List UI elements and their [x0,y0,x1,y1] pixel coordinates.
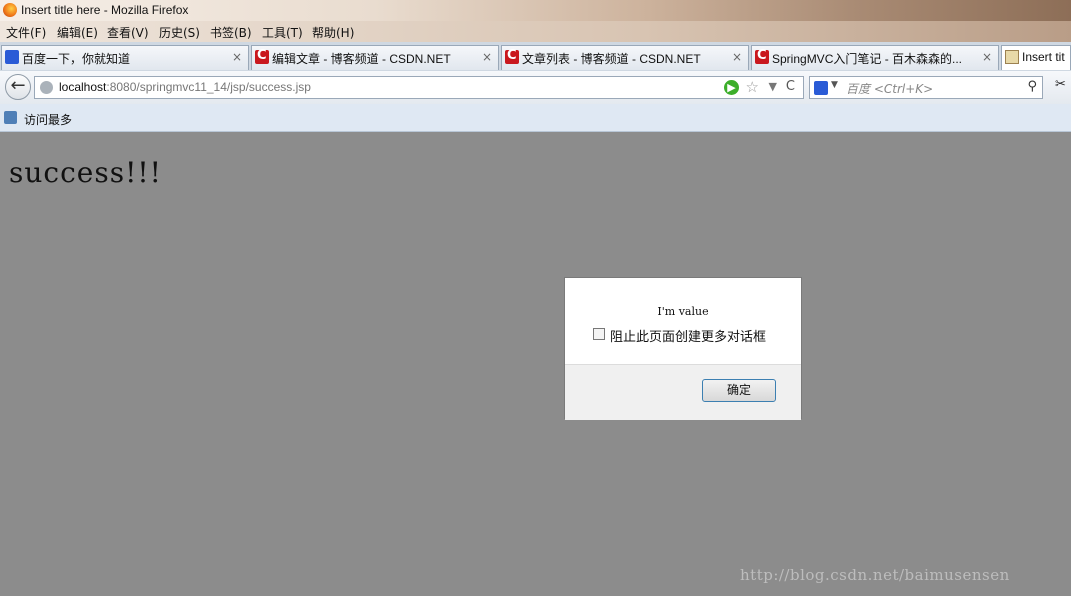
window-title: Insert title here - Mozilla Firefox [21,3,189,17]
menu-file[interactable]: 文件(F) [6,24,46,41]
bookmark-star-icon[interactable]: ☆ [746,78,759,96]
tab-strip: 百度一下，你就知道 × 编辑文章 - 博客频道 - CSDN.NET × 文章列… [0,42,1071,72]
tab-label: SpringMVC入门笔记 - 百木森森的... [772,52,963,66]
alert-dialog: I'm value 阻止此页面创建更多对话框 确定 [564,277,802,420]
tab-label: Insert tit [1022,50,1065,64]
navigation-bar: ← localhost:8080/springmvc11_14/jsp/succ… [0,71,1071,104]
menu-history[interactable]: 历史(S) [159,24,200,41]
search-icon[interactable]: ⚲ [1027,79,1037,94]
reload-icon[interactable]: C [786,79,795,94]
bookmarks-toolbar: 访问最多 [0,104,1071,132]
tab-springmvc-notes[interactable]: SpringMVC入门笔记 - 百木森森的... × [751,45,999,70]
page-heading: success!!! [9,156,162,189]
search-input[interactable]: 百度 <Ctrl+K> [846,80,933,97]
tab-label: 编辑文章 - 博客频道 - CSDN.NET [272,52,451,66]
menu-view[interactable]: 查看(V) [107,24,149,41]
url-path: :8080/springmvc11_14/jsp/success.jsp [106,80,311,94]
tab-insert-title[interactable]: Insert tit [1001,45,1071,70]
tab-close-icon[interactable]: × [732,50,742,64]
prevent-dialogs-checkbox[interactable] [593,328,605,340]
page-content: success!!! I'm value 阻止此页面创建更多对话框 确定 htt… [0,132,1071,596]
watermark: http://blog.csdn.net/baimusensen [740,566,1010,584]
prevent-dialogs-label[interactable]: 阻止此页面创建更多对话框 [610,326,766,345]
tab-close-icon[interactable]: × [232,50,242,64]
tab-label: 百度一下，你就知道 [22,52,131,66]
firefox-logo-icon [3,3,17,17]
csdn-icon [505,48,519,64]
window-title-bar: Insert title here - Mozilla Firefox [0,0,1071,21]
search-bar[interactable]: ▼ 百度 <Ctrl+K> ⚲ [809,76,1043,99]
menu-bar: 文件(F) 编辑(E) 查看(V) 历史(S) 书签(B) 工具(T) 帮助(H… [0,21,1071,42]
back-button[interactable]: ← [5,74,31,100]
menu-edit[interactable]: 编辑(E) [57,24,98,41]
csdn-icon [255,48,269,64]
url-text: localhost:8080/springmvc11_14/jsp/succes… [59,80,311,94]
tab-close-icon[interactable]: × [982,50,992,64]
tab-edit-article[interactable]: 编辑文章 - 博客频道 - CSDN.NET × [251,45,499,70]
bookmark-folder-icon [4,111,17,124]
address-bar[interactable]: localhost:8080/springmvc11_14/jsp/succes… [34,76,804,99]
page-icon [1005,50,1019,64]
tab-baidu[interactable]: 百度一下，你就知道 × [1,45,249,70]
bookmark-most-visited[interactable]: 访问最多 [24,111,72,128]
ok-button[interactable]: 确定 [702,379,776,402]
csdn-icon [755,48,769,64]
menu-help[interactable]: 帮助(H) [312,24,354,41]
dialog-message: I'm value [657,305,709,318]
menu-bookmarks[interactable]: 书签(B) [210,24,252,41]
tab-article-list[interactable]: 文章列表 - 博客频道 - CSDN.NET × [501,45,749,70]
go-icon[interactable]: ▶ [724,80,739,95]
tab-close-icon[interactable]: × [482,50,492,64]
menu-tools[interactable]: 工具(T) [262,24,303,41]
url-host: localhost [59,80,107,94]
screenshot-tool-icon[interactable]: ✂ [1055,77,1066,92]
history-dropdown-icon[interactable]: ▼ [769,80,777,93]
dialog-footer: 确定 [565,364,801,420]
baidu-paw-icon [5,50,19,64]
tab-label: 文章列表 - 博客频道 - CSDN.NET [522,52,701,66]
baidu-paw-icon[interactable] [814,81,828,95]
engine-dropdown-icon[interactable]: ▼ [831,80,838,90]
site-identity-icon[interactable] [40,81,53,94]
